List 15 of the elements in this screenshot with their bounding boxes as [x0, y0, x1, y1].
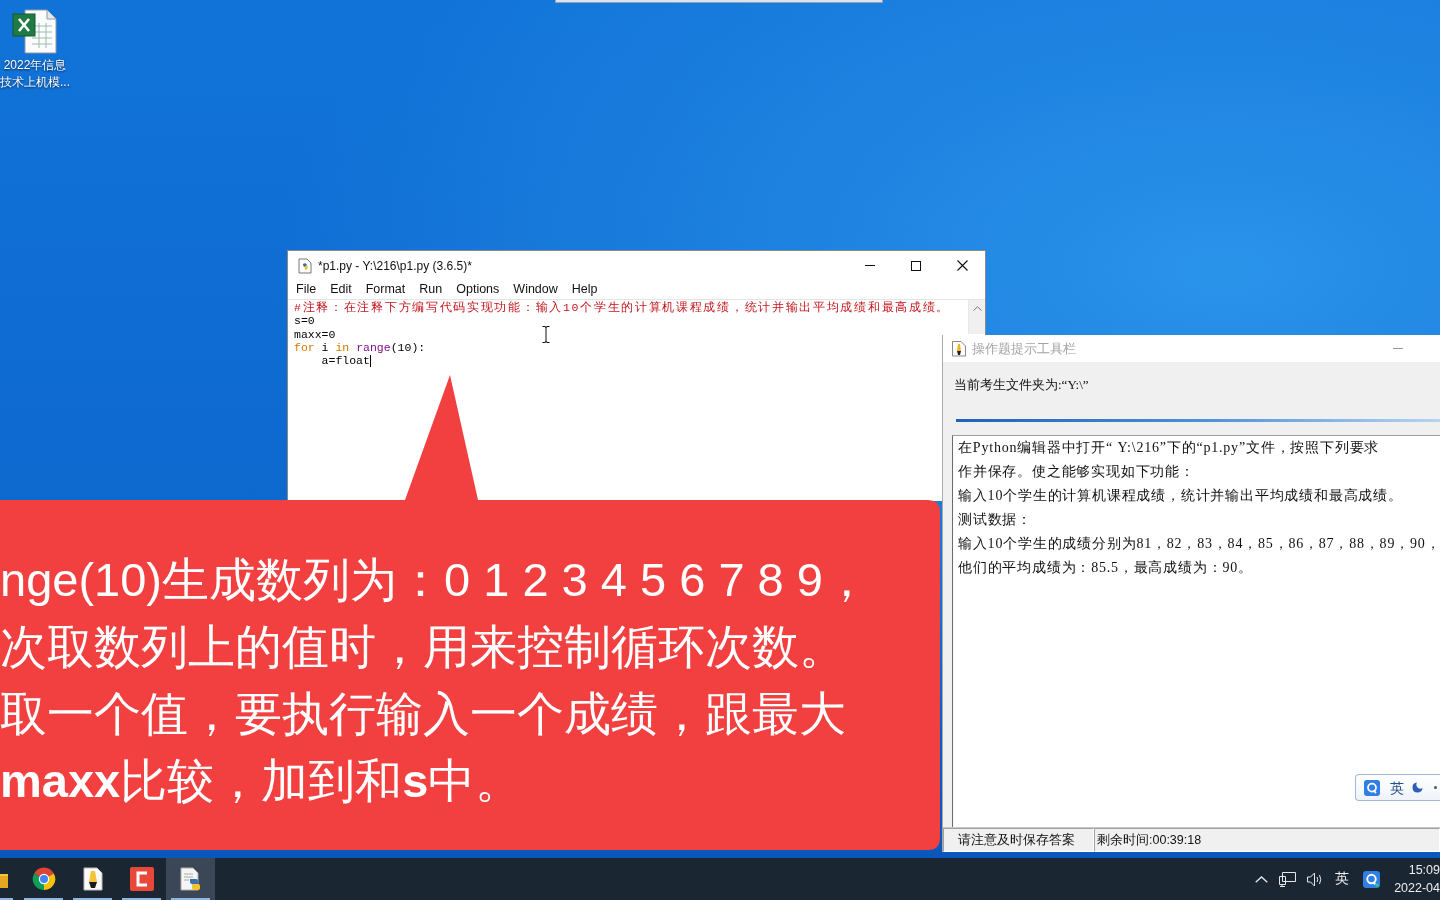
callout-line: 取一个值，要执行输入一个成绩，跟最大	[0, 685, 846, 742]
code-line: #注释：在注释下方编写代码实现功能：输入10个学生的计算机课程成绩，统计并输出平均成绩和最高成绩。	[294, 301, 950, 315]
code-line: a=float	[320, 354, 370, 368]
remaining-time: 剩余时间:00:39:18	[1094, 828, 1440, 852]
callout-line: maxx比较，加到和s中。	[0, 752, 523, 809]
code-line: maxx=0	[294, 327, 336, 341]
status-message: 请注意及时保存答案	[943, 828, 1094, 852]
window-title: *p1.py - Y:\216\p1.py (3.6.5)*	[318, 258, 472, 273]
callout-line: 次取数列上的值时，用来控制循环次数。	[0, 618, 846, 675]
code-line: for i in range(10):	[294, 340, 426, 355]
code-line: s=0	[294, 314, 315, 328]
instruction-line: 测试数据：	[958, 511, 1032, 529]
instruction-line: 输入10个学生的成绩分别为81，82，83，84，85，86，87，88，89，90，	[958, 535, 1440, 553]
callout-line: nge(10)生成数列为：0 1 2 3 4 5 6 7 8 9，	[0, 551, 870, 608]
instruction-line: 他们的平均成绩为：85.5，最高成绩为：90。	[958, 559, 1253, 577]
